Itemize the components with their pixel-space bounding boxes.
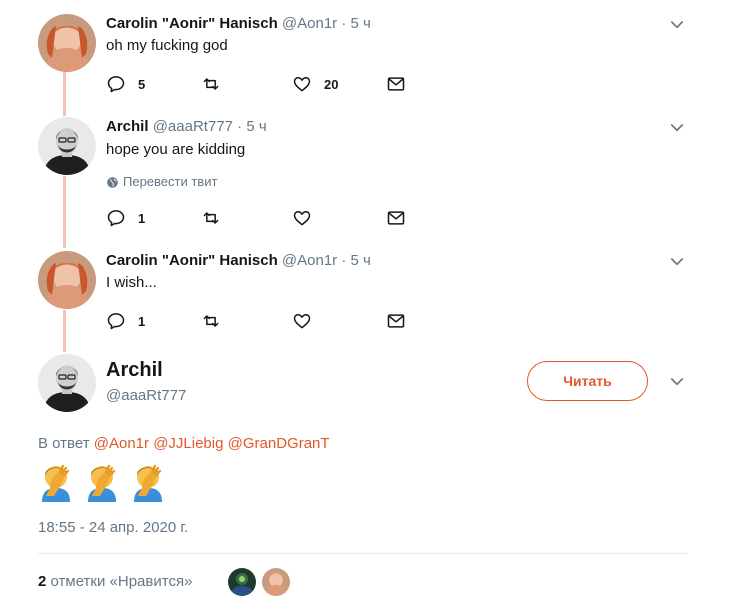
face-palm-emoji xyxy=(88,464,116,502)
tweet-time[interactable]: 5 ч xyxy=(351,15,371,32)
thread-tweet-1[interactable]: Carolin "Aonir" Hanisch @Aon1r · 5 ч oh … xyxy=(0,12,730,107)
tweet-timestamp[interactable]: 18:55 - 24 апр. 2020 г. xyxy=(38,518,188,538)
divider xyxy=(38,553,688,554)
tweet-header: Carolin "Aonir" Hanisch @Aon1r · 5 ч xyxy=(106,14,371,34)
author-handle[interactable]: @Aon1r xyxy=(282,252,337,269)
face-palm-emoji xyxy=(42,464,70,502)
dm-button[interactable] xyxy=(386,207,406,229)
chevron-down-icon[interactable] xyxy=(668,373,686,391)
like-button[interactable] xyxy=(292,207,324,229)
author-handle[interactable]: @Aon1r xyxy=(282,15,337,32)
separator-dot: · xyxy=(237,118,243,135)
translate-label: Перевести твит xyxy=(123,174,218,189)
reply-button[interactable]: 5 xyxy=(106,73,145,95)
mention-link[interactable]: @GranDGranT xyxy=(228,435,330,452)
chevron-down-icon[interactable] xyxy=(668,253,686,271)
heart-icon xyxy=(293,211,311,226)
retweet-icon xyxy=(203,212,219,224)
reply-context: В ответ @Aon1r @JJLiebig @GranDGranT xyxy=(38,434,330,454)
envelope-icon xyxy=(387,314,405,328)
heart-icon xyxy=(293,314,311,329)
author-name[interactable]: Carolin "Aonir" Hanisch xyxy=(106,15,278,32)
tweet-text: hope you are kidding xyxy=(106,141,246,158)
likes-label: отметки «Нравится» xyxy=(50,573,193,590)
thread-tweet-2[interactable]: Archil @aaaRt777 · 5 ч hope you are kidd… xyxy=(0,117,730,242)
chevron-down-icon[interactable] xyxy=(668,16,686,34)
likes-count: 2 xyxy=(38,573,47,590)
reply-icon xyxy=(107,313,125,330)
reply-count: 5 xyxy=(138,76,146,92)
tweet-time[interactable]: 5 ч xyxy=(351,252,371,269)
avatar[interactable] xyxy=(38,14,96,72)
retweet-button[interactable] xyxy=(201,73,233,95)
follow-button[interactable]: Читать xyxy=(527,361,648,401)
tweet-time[interactable]: 5 ч xyxy=(246,118,266,135)
author-handle[interactable]: @aaaRt777 xyxy=(153,118,233,135)
tweet-header: Carolin "Aonir" Hanisch @Aon1r · 5 ч xyxy=(106,251,371,271)
likes-summary[interactable]: 2 отметки «Нравится» xyxy=(38,572,192,592)
envelope-icon xyxy=(387,77,405,91)
face-palm-emoji xyxy=(134,464,162,502)
mention-link[interactable]: @Aon1r xyxy=(94,435,149,452)
tweet-actions: 5 20 xyxy=(106,73,426,95)
author-name[interactable]: Carolin "Aonir" Hanisch xyxy=(106,252,278,269)
reply-prefix: В ответ xyxy=(38,435,90,452)
tweet-text: I wish... xyxy=(106,274,157,291)
liker-avatar[interactable] xyxy=(262,568,290,596)
translate-link[interactable]: Перевести твит xyxy=(106,174,217,190)
like-button[interactable] xyxy=(292,310,324,332)
retweet-button[interactable] xyxy=(201,207,233,229)
tweet-header: Archil @aaaRt777 · 5 ч xyxy=(106,117,267,137)
separator-dot: · xyxy=(341,15,347,32)
avatar[interactable] xyxy=(38,354,96,412)
heart-icon xyxy=(293,77,311,92)
reply-button[interactable]: 1 xyxy=(106,207,145,229)
tweet-actions: 1 xyxy=(106,207,426,229)
mention-link[interactable]: @JJLiebig xyxy=(153,435,223,452)
author-name[interactable]: Archil xyxy=(106,118,149,135)
tweet-text: oh my fucking god xyxy=(106,37,228,54)
reply-icon xyxy=(107,210,125,227)
chevron-down-icon[interactable] xyxy=(668,119,686,137)
reply-icon xyxy=(107,76,125,93)
avatar[interactable] xyxy=(38,117,96,175)
tweet-actions: 1 xyxy=(106,310,426,332)
globe-icon xyxy=(107,176,118,188)
separator-dot: · xyxy=(341,252,347,269)
liker-avatar[interactable] xyxy=(228,568,256,596)
envelope-icon xyxy=(387,211,405,225)
like-count: 20 xyxy=(324,76,339,92)
like-button[interactable]: 20 xyxy=(292,73,338,95)
reply-count: 1 xyxy=(138,313,146,329)
reply-button[interactable]: 1 xyxy=(106,310,145,332)
main-author-handle[interactable]: @aaaRt777 xyxy=(106,386,186,406)
retweet-button[interactable] xyxy=(201,310,233,332)
main-author-name[interactable]: Archil xyxy=(106,358,163,382)
dm-button[interactable] xyxy=(386,310,406,332)
tweet-emoji-content xyxy=(38,462,166,504)
retweet-icon xyxy=(203,315,219,327)
thread-tweet-3[interactable]: Carolin "Aonir" Hanisch @Aon1r · 5 ч I w… xyxy=(0,251,730,341)
retweet-icon xyxy=(203,78,219,90)
dm-button[interactable] xyxy=(386,73,406,95)
reply-count: 1 xyxy=(138,210,146,226)
avatar[interactable] xyxy=(38,251,96,309)
